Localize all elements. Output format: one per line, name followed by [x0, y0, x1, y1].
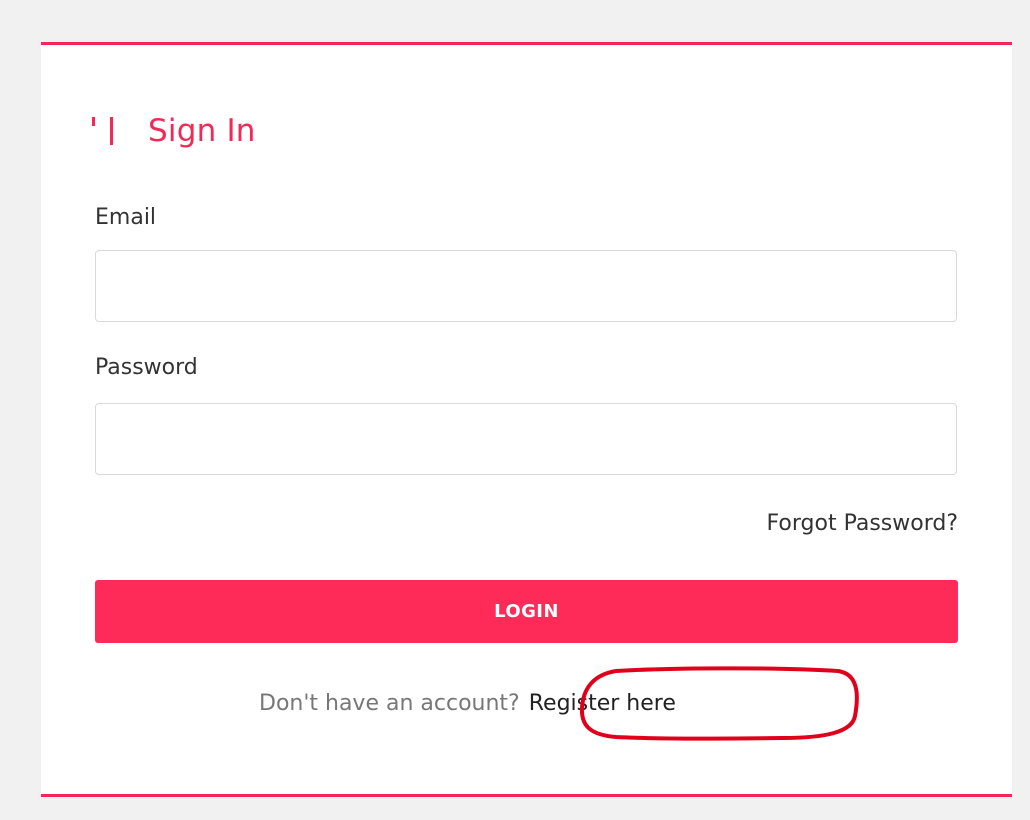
register-line: Don't have an account? Register here	[259, 691, 676, 716]
title-row: Sign In	[92, 109, 256, 153]
email-field[interactable]	[95, 250, 957, 322]
login-card: Sign In Email Password Forgot Password? …	[41, 42, 1012, 797]
password-label: Password	[95, 355, 198, 380]
email-label: Email	[95, 205, 157, 230]
title-accent-short	[92, 117, 95, 126]
register-prompt: Don't have an account?	[259, 691, 520, 716]
page-title: Sign In	[148, 113, 256, 149]
register-link[interactable]: Register here	[529, 691, 676, 716]
login-button[interactable]: LOGIN	[95, 580, 958, 643]
password-field[interactable]	[95, 403, 957, 475]
title-accent-icon	[92, 111, 120, 151]
title-accent-long	[110, 117, 113, 145]
forgot-password-link[interactable]: Forgot Password?	[767, 511, 958, 536]
